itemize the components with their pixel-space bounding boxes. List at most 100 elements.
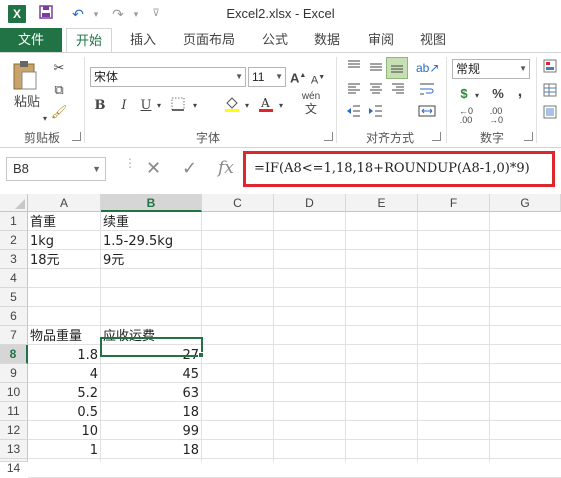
fill-color-dropdown-icon[interactable]: ▾ <box>242 97 252 115</box>
row-header-7[interactable]: 7 <box>0 326 28 345</box>
cell-b5[interactable] <box>101 288 201 307</box>
cell-a4[interactable] <box>28 269 100 288</box>
cell-a8[interactable]: 1.8 <box>28 345 100 364</box>
cell-b11[interactable]: 18 <box>101 402 201 421</box>
cell-a10[interactable]: 5.2 <box>28 383 100 402</box>
row-header-10[interactable]: 10 <box>0 383 28 402</box>
align-middle-icon[interactable] <box>366 59 386 80</box>
copy-icon[interactable]: ⧉ <box>50 81 68 99</box>
tab-view[interactable]: 视图 <box>412 28 454 52</box>
cell-a11[interactable]: 0.5 <box>28 402 100 421</box>
row-header-8[interactable]: 8 <box>0 345 28 364</box>
paste-icon[interactable] <box>10 59 40 93</box>
wrap-text-icon[interactable] <box>416 81 438 102</box>
cell-styles-icon[interactable] <box>542 105 558 124</box>
cell-b12[interactable]: 99 <box>101 421 201 440</box>
row-header-4[interactable]: 4 <box>0 269 28 288</box>
row-header-5[interactable]: 5 <box>0 288 28 307</box>
align-top-icon[interactable] <box>344 59 364 80</box>
cell-b13[interactable]: 18 <box>101 440 201 459</box>
cut-icon[interactable]: ✂ <box>50 59 68 77</box>
cell-b1[interactable]: 续重 <box>101 212 201 231</box>
insert-function-icon[interactable]: fx <box>218 158 234 178</box>
tab-data[interactable]: 数据 <box>306 28 348 52</box>
decrease-indent-icon[interactable] <box>344 103 364 124</box>
cell-a7[interactable]: 物品重量 <box>28 326 100 345</box>
tab-home[interactable]: 开始 <box>66 28 112 52</box>
shrink-font-button[interactable]: A▼ <box>310 69 326 90</box>
select-all-button[interactable] <box>0 194 28 212</box>
cell-b10[interactable]: 63 <box>101 383 201 402</box>
font-name-select[interactable]: 宋体 ▼ <box>90 67 246 87</box>
clipboard-launcher-icon[interactable] <box>72 132 81 141</box>
phonetic-guide-button[interactable]: wén 文 <box>296 91 326 117</box>
font-color-icon[interactable]: A <box>256 95 276 118</box>
row-header-12[interactable]: 12 <box>0 421 28 440</box>
conditional-formatting-icon[interactable] <box>542 59 558 78</box>
cell-a12[interactable]: 10 <box>28 421 100 440</box>
cell-b6[interactable] <box>101 307 201 326</box>
cell-b3[interactable]: 9元 <box>101 250 201 269</box>
tab-file[interactable]: 文件 <box>0 28 62 52</box>
tab-formulas[interactable]: 公式 <box>254 28 296 52</box>
column-header-e[interactable]: E <box>346 194 418 212</box>
number-launcher-icon[interactable] <box>524 132 533 141</box>
column-header-b[interactable]: B <box>101 194 202 212</box>
align-right-icon[interactable] <box>388 81 408 102</box>
cell-b2[interactable]: 1.5-29.5kg <box>101 231 201 250</box>
orientation-icon[interactable]: ab↗ <box>416 59 439 77</box>
underline-button[interactable]: U <box>138 97 154 115</box>
cell-a3[interactable]: 18元 <box>28 250 100 269</box>
column-header-f[interactable]: F <box>418 194 490 212</box>
drag-handle-icon[interactable]: ⋮ <box>124 157 136 169</box>
row-header-13[interactable]: 13 <box>0 440 28 459</box>
column-header-c[interactable]: C <box>202 194 274 212</box>
cell-a2[interactable]: 1kg <box>28 231 100 250</box>
paste-dropdown-icon[interactable]: ▾ <box>40 110 50 128</box>
enter-icon[interactable]: ✓ <box>182 158 197 179</box>
currency-format-button[interactable]: $ <box>454 85 474 103</box>
cell-a9[interactable]: 4 <box>28 364 100 383</box>
paste-button[interactable]: 粘贴 <box>8 93 46 111</box>
fill-handle[interactable] <box>198 352 204 358</box>
font-color-dropdown-icon[interactable]: ▾ <box>276 97 286 115</box>
merge-center-icon[interactable] <box>416 103 438 124</box>
number-format-select[interactable]: 常规 ▼ <box>452 59 530 79</box>
format-as-table-icon[interactable] <box>542 83 558 102</box>
cell-a13[interactable]: 1 <box>28 440 100 459</box>
grow-font-button[interactable]: A▲ <box>290 67 306 87</box>
percent-style-button[interactable]: % <box>490 85 506 103</box>
column-header-a[interactable]: A <box>28 194 101 212</box>
alignment-launcher-icon[interactable] <box>432 132 441 141</box>
increase-indent-icon[interactable] <box>366 103 386 124</box>
column-header-g[interactable]: G <box>490 194 561 212</box>
align-center-icon[interactable] <box>366 81 386 102</box>
comma-style-button[interactable]: , <box>512 83 528 101</box>
row-header-6[interactable]: 6 <box>0 307 28 326</box>
borders-dropdown-icon[interactable]: ▾ <box>190 97 200 115</box>
tab-insert[interactable]: 插入 <box>122 28 164 52</box>
cell-a6[interactable] <box>28 307 100 326</box>
cell-b9[interactable]: 45 <box>101 364 201 383</box>
cell-b4[interactable] <box>101 269 201 288</box>
tab-review[interactable]: 审阅 <box>360 28 402 52</box>
underline-dropdown-icon[interactable]: ▾ <box>154 97 164 115</box>
cell-a1[interactable]: 首重 <box>28 212 100 231</box>
decrease-decimal-icon[interactable]: .00 →0 <box>484 107 508 125</box>
format-painter-icon[interactable]: 🖌 <box>50 103 68 121</box>
increase-decimal-icon[interactable]: ←0.00 <box>454 107 478 125</box>
row-header-2[interactable]: 2 <box>0 231 28 250</box>
font-launcher-icon[interactable] <box>324 132 333 141</box>
bold-button[interactable]: B <box>92 97 108 115</box>
row-header-9[interactable]: 9 <box>0 364 28 383</box>
formula-input[interactable]: =IF(A8<=1,18,18+ROUNDUP(A8-1,0)*9) <box>243 151 555 187</box>
name-box[interactable]: B8 ▼ <box>6 157 106 181</box>
font-size-select[interactable]: 11 ▼ <box>248 67 286 87</box>
tab-page-layout[interactable]: 页面布局 <box>174 28 244 52</box>
align-left-icon[interactable] <box>344 81 364 102</box>
row-header-1[interactable]: 1 <box>0 212 28 231</box>
row-header-11[interactable]: 11 <box>0 402 28 421</box>
italic-button[interactable]: I <box>116 97 132 115</box>
fill-color-icon[interactable] <box>222 95 242 118</box>
currency-dropdown-icon[interactable]: ▾ <box>472 87 482 105</box>
